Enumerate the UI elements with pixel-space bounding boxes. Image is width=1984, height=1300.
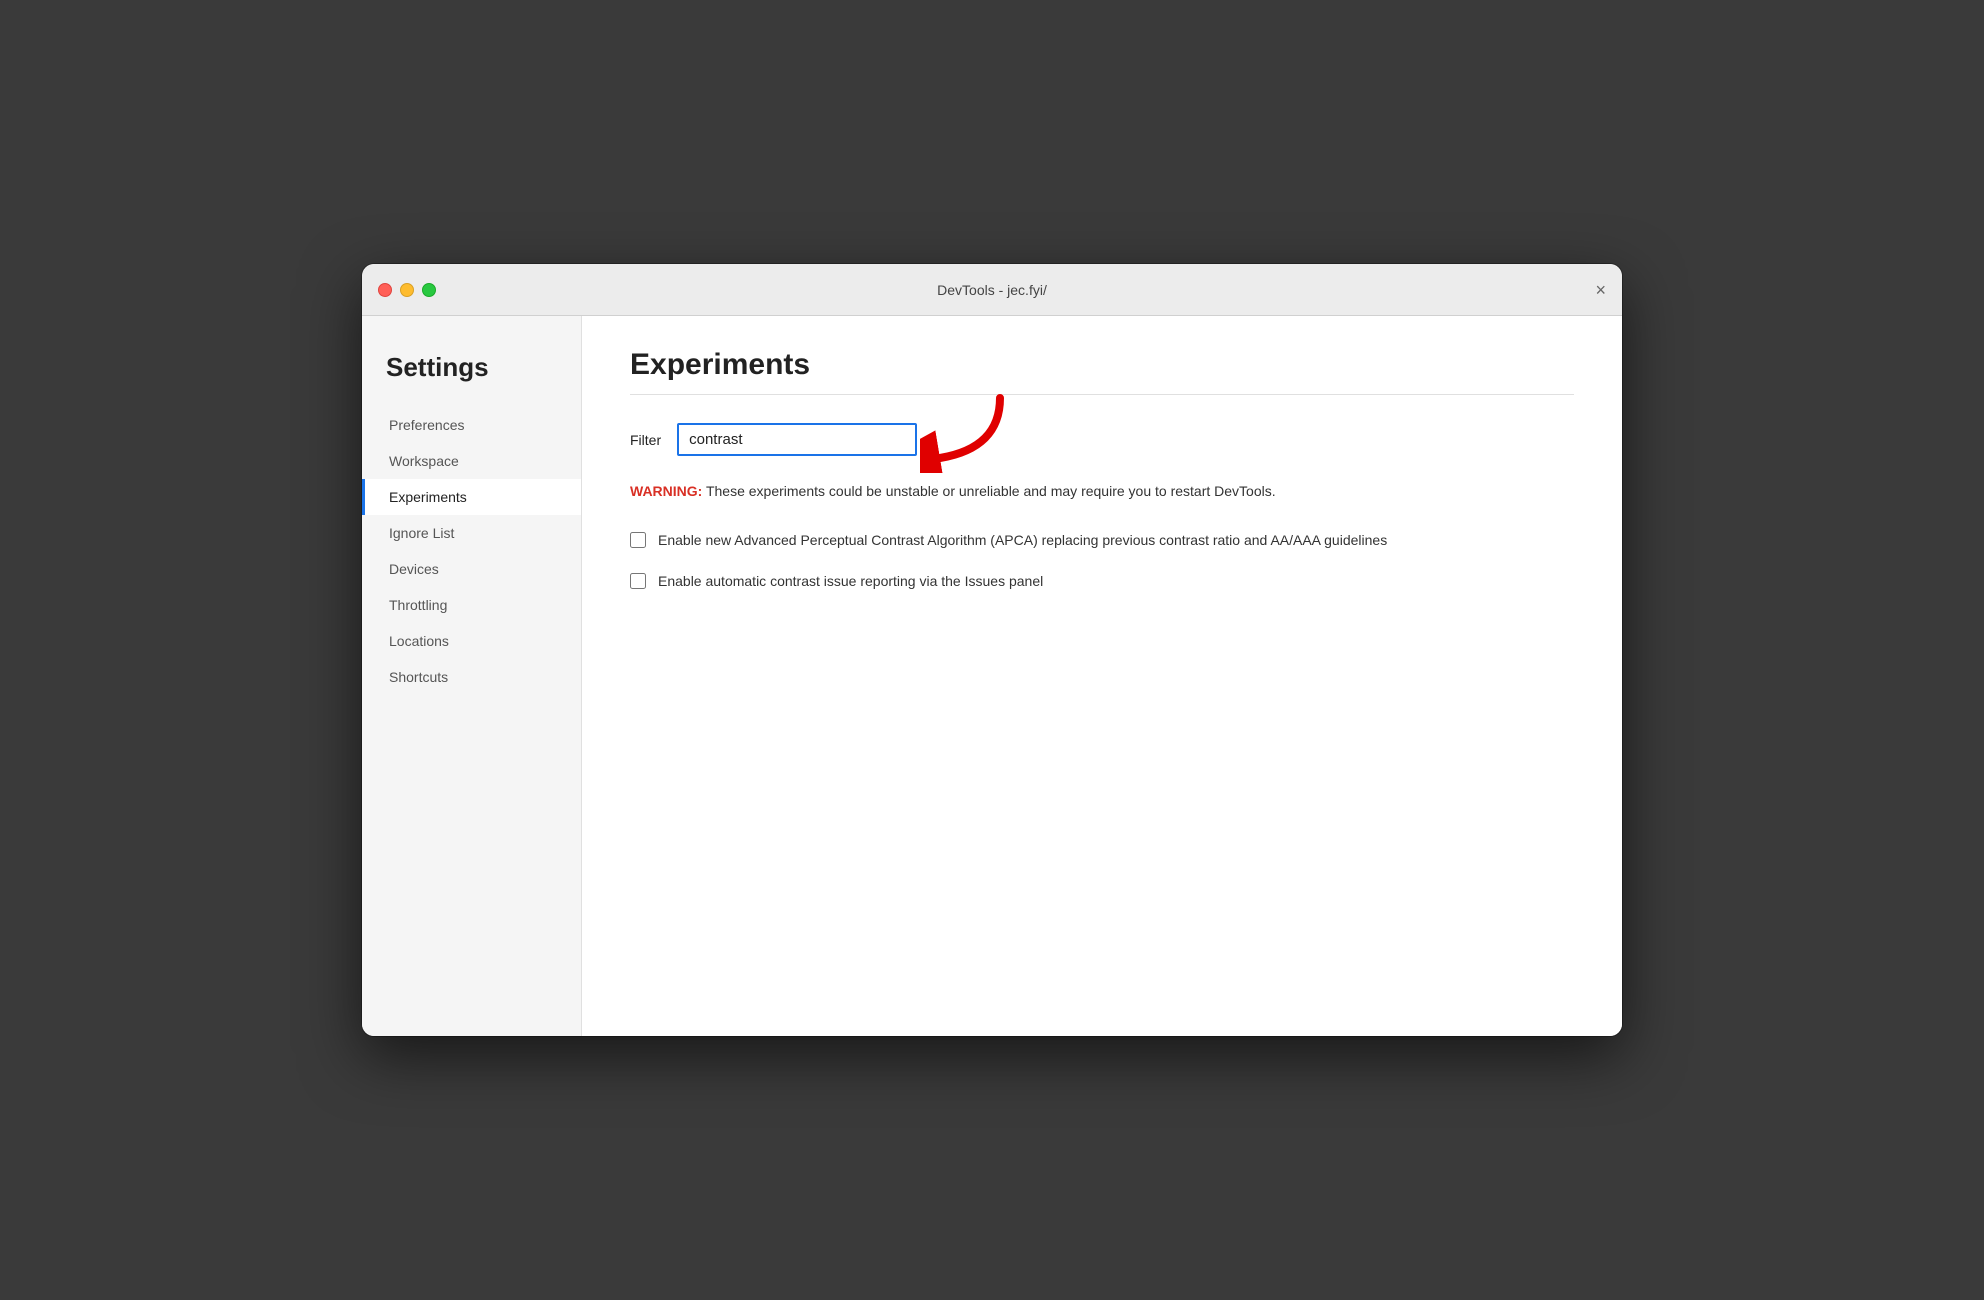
filter-input[interactable] bbox=[677, 423, 917, 456]
sidebar-item-throttling[interactable]: Throttling bbox=[362, 587, 581, 623]
checkbox-apca-label: Enable new Advanced Perceptual Contrast … bbox=[658, 530, 1387, 551]
checkbox-item-auto-contrast: Enable automatic contrast issue reportin… bbox=[630, 571, 1574, 592]
sidebar-item-locations[interactable]: Locations bbox=[362, 623, 581, 659]
warning-label: WARNING: bbox=[630, 483, 702, 499]
window-title: DevTools - jec.fyi/ bbox=[937, 282, 1047, 298]
sidebar-item-experiments[interactable]: Experiments bbox=[362, 479, 581, 515]
traffic-lights bbox=[378, 283, 436, 297]
sidebar-item-preferences[interactable]: Preferences bbox=[362, 407, 581, 443]
warning-text: WARNING: These experiments could be unst… bbox=[630, 480, 1574, 502]
sidebar-heading: Settings bbox=[362, 336, 581, 407]
minimize-button[interactable] bbox=[400, 283, 414, 297]
close-x-button[interactable]: × bbox=[1595, 281, 1606, 299]
checkbox-auto-contrast[interactable] bbox=[630, 573, 646, 589]
sidebar-item-shortcuts[interactable]: Shortcuts bbox=[362, 659, 581, 695]
content-area: Settings Preferences Workspace Experimen… bbox=[362, 316, 1622, 1036]
filter-label: Filter bbox=[630, 432, 661, 448]
devtools-window: DevTools - jec.fyi/ × Settings Preferenc… bbox=[362, 264, 1622, 1036]
close-button[interactable] bbox=[378, 283, 392, 297]
filter-row: Filter bbox=[630, 423, 1574, 456]
maximize-button[interactable] bbox=[422, 283, 436, 297]
checkbox-auto-contrast-label: Enable automatic contrast issue reportin… bbox=[658, 571, 1043, 592]
checkbox-item-apca: Enable new Advanced Perceptual Contrast … bbox=[630, 530, 1574, 551]
sidebar-item-workspace[interactable]: Workspace bbox=[362, 443, 581, 479]
checkbox-apca[interactable] bbox=[630, 532, 646, 548]
sidebar-item-devices[interactable]: Devices bbox=[362, 551, 581, 587]
titlebar: DevTools - jec.fyi/ × bbox=[362, 264, 1622, 316]
warning-box: WARNING: These experiments could be unst… bbox=[630, 480, 1574, 502]
divider bbox=[630, 394, 1574, 395]
main-content: Experiments Filter bbox=[582, 316, 1622, 1036]
page-title: Experiments bbox=[630, 348, 1574, 382]
sidebar-item-ignore-list[interactable]: Ignore List bbox=[362, 515, 581, 551]
sidebar: Settings Preferences Workspace Experimen… bbox=[362, 316, 582, 1036]
